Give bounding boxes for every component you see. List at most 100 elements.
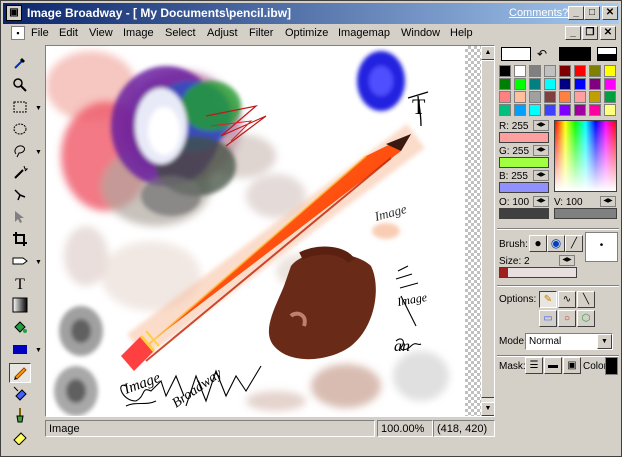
doc-minimize-button[interactable]: _ (565, 26, 581, 40)
mode-select[interactable]: Normal ▼ (525, 333, 613, 350)
menu-help[interactable]: Help (450, 27, 473, 39)
mask-solid-icon[interactable]: ▬ (544, 357, 562, 374)
brush-line-icon[interactable]: ╱ (565, 235, 583, 252)
shape-tool-icon[interactable]: ▼ (9, 253, 42, 273)
eraser-tool-icon[interactable] (9, 429, 31, 449)
rectangle-tool-icon[interactable]: ▼ (9, 341, 42, 361)
b-spinner[interactable]: ◀▶ (533, 170, 549, 181)
palette-swatch[interactable] (514, 65, 526, 77)
crop-lasso-tool-icon[interactable] (9, 187, 31, 207)
mask-color-swatch[interactable] (605, 357, 618, 375)
option-line-icon[interactable]: ╲ (577, 291, 595, 308)
maximize-button[interactable]: □ (584, 6, 600, 20)
brush-tool-icon[interactable] (9, 407, 31, 427)
document-icon[interactable]: ▪ (11, 26, 25, 40)
title-bar[interactable]: ▣ Image Broadway - [ My Documents\pencil… (3, 3, 619, 24)
b-slider[interactable] (499, 182, 549, 193)
opacity-spinner[interactable]: ◀▶ (533, 196, 549, 207)
palette-swatch[interactable] (604, 65, 616, 77)
lasso-tool-icon[interactable]: ▼ (9, 143, 42, 163)
menu-edit[interactable]: Edit (59, 27, 78, 39)
comments-link[interactable]: Comments? (509, 7, 568, 19)
doc-restore-button[interactable]: ❐ (582, 26, 598, 40)
color-spectrum[interactable] (554, 120, 617, 192)
brush-soft-icon[interactable]: ◉ (547, 235, 565, 252)
option-polygon-icon[interactable]: ⬡ (577, 310, 595, 327)
g-slider[interactable] (499, 157, 549, 168)
palette-swatch[interactable] (529, 104, 541, 116)
menu-window[interactable]: Window (401, 27, 440, 39)
app-icon[interactable]: ▣ (6, 5, 22, 21)
paint-bucket-tool-icon[interactable] (9, 319, 31, 339)
doc-close-button[interactable]: ✕ (600, 26, 616, 40)
menu-view[interactable]: View (89, 27, 113, 39)
menu-optimize[interactable]: Optimize (285, 27, 328, 39)
menu-image[interactable]: Image (123, 27, 154, 39)
palette-swatch[interactable] (514, 104, 526, 116)
zoom-tool-icon[interactable] (9, 77, 31, 97)
g-spinner[interactable]: ◀▶ (533, 145, 549, 156)
option-rect-icon[interactable]: ▭ (539, 310, 557, 327)
palette-swatch[interactable] (589, 65, 601, 77)
palette-swatch[interactable] (574, 104, 586, 116)
close-button[interactable]: ✕ (602, 6, 618, 20)
vertical-scrollbar[interactable]: ▲ ▼ (481, 46, 494, 416)
size-slider[interactable] (499, 267, 577, 278)
palette-swatch[interactable] (544, 65, 556, 77)
swap-colors-icon[interactable]: ↶ (537, 47, 547, 61)
palette-swatch[interactable] (574, 78, 586, 90)
palette-swatch[interactable] (529, 78, 541, 90)
palette-swatch[interactable] (559, 104, 571, 116)
pencil-tool-icon[interactable] (9, 363, 31, 383)
palette-swatch[interactable] (574, 65, 586, 77)
mode-dropdown-icon[interactable]: ▼ (597, 334, 612, 349)
scroll-down-button[interactable]: ▼ (481, 402, 494, 416)
menu-filter[interactable]: Filter (249, 27, 273, 39)
palette-swatch[interactable] (499, 104, 511, 116)
palette-swatch[interactable] (544, 104, 556, 116)
palette-swatch[interactable] (589, 78, 601, 90)
eyedropper-tool-icon[interactable] (9, 55, 31, 75)
option-freehand-icon[interactable]: ✎ (539, 291, 557, 308)
size-spinner[interactable]: ◀▶ (559, 255, 575, 266)
crop-tool-icon[interactable] (9, 231, 31, 251)
palette-swatch[interactable] (499, 91, 511, 103)
default-colors-icon[interactable] (597, 47, 617, 61)
palette-swatch[interactable] (604, 91, 616, 103)
palette-swatch[interactable] (559, 91, 571, 103)
palette-swatch[interactable] (544, 78, 556, 90)
palette-swatch[interactable] (529, 65, 541, 77)
palette-swatch[interactable] (499, 78, 511, 90)
palette-swatch[interactable] (604, 78, 616, 90)
palette-swatch[interactable] (559, 65, 571, 77)
r-spinner[interactable]: ◀▶ (533, 120, 549, 131)
scroll-up-button[interactable]: ▲ (481, 46, 494, 60)
brush-round-icon[interactable]: ● (529, 235, 547, 252)
palette-swatch[interactable] (574, 91, 586, 103)
option-ellipse-icon[interactable]: ○ (558, 310, 576, 327)
foreground-color[interactable] (501, 47, 531, 61)
palette-swatch[interactable] (514, 91, 526, 103)
palette-swatch[interactable] (529, 91, 541, 103)
palette-swatch[interactable] (559, 78, 571, 90)
palette-swatch[interactable] (544, 91, 556, 103)
mask-frame-icon[interactable]: ▣ (563, 357, 581, 374)
move-tool-icon[interactable] (9, 209, 31, 229)
palette-swatch[interactable] (499, 65, 511, 77)
background-color[interactable] (559, 47, 591, 61)
text-tool-icon[interactable]: T (9, 275, 31, 295)
menu-select[interactable]: Select (165, 27, 196, 39)
rect-select-tool-icon[interactable]: ▼ (9, 99, 42, 119)
scroll-thumb[interactable] (481, 60, 494, 398)
palette-swatch[interactable] (514, 78, 526, 90)
value-spinner[interactable]: ◀▶ (600, 196, 616, 207)
value-slider[interactable] (554, 208, 617, 219)
eraser-color-tool-icon[interactable] (9, 385, 31, 405)
opacity-slider[interactable] (499, 208, 549, 219)
r-slider[interactable] (499, 132, 549, 143)
option-curve-icon[interactable]: ∿ (558, 291, 576, 308)
image-canvas[interactable]: Image Image Image Broadway an T (46, 46, 465, 416)
palette-swatch[interactable] (589, 91, 601, 103)
menu-adjust[interactable]: Adjust (207, 27, 238, 39)
menu-file[interactable]: File (31, 27, 49, 39)
